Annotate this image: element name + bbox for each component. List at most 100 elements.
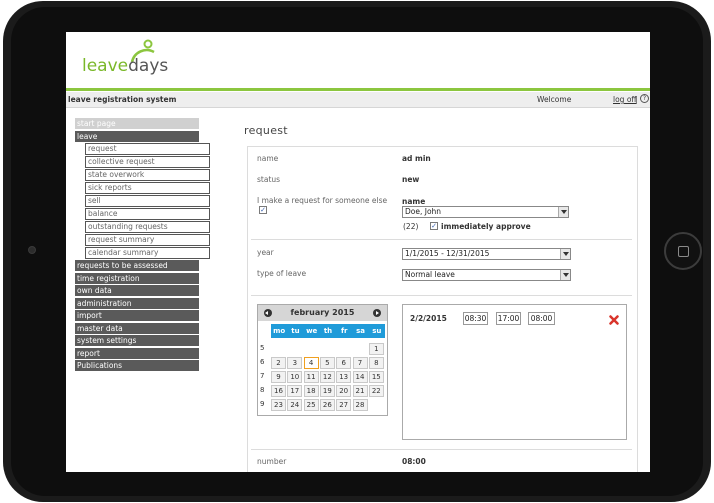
week-number: 9: [260, 400, 265, 408]
submenu-item-request-summary[interactable]: request summary: [85, 234, 210, 246]
status-value: new: [402, 175, 420, 184]
calendar-day[interactable]: 20: [336, 385, 352, 397]
entry-to-time[interactable]: 17:00: [496, 312, 521, 325]
calendar-day[interactable]: 18: [303, 385, 319, 397]
calendar-day[interactable]: 26: [319, 399, 335, 411]
calendar-day[interactable]: 7: [352, 357, 368, 369]
menu-item-import[interactable]: import: [75, 310, 199, 321]
separator: |: [635, 95, 638, 104]
calendar-day[interactable]: 5: [319, 357, 335, 369]
system-name: leave registration system: [68, 95, 177, 104]
brand-bar: [66, 88, 650, 91]
year-select-value: 1/1/2015 - 12/31/2015: [405, 249, 490, 258]
weekday: we: [306, 327, 318, 335]
divider: [251, 295, 632, 296]
balance-count: (22): [403, 222, 419, 231]
calendar-day[interactable]: 23: [271, 399, 286, 411]
weekday: tu: [291, 327, 300, 335]
name-value: ad min: [402, 154, 431, 163]
help-icon[interactable]: ?: [640, 94, 649, 103]
calendar-day[interactable]: 25: [303, 399, 319, 411]
header: leavedays: [66, 32, 650, 92]
home-square-icon: [678, 246, 689, 257]
menu-item-report[interactable]: report: [75, 347, 199, 359]
menu-item-administration[interactable]: administration: [75, 297, 199, 309]
calendar: february 2015 mo tu we th fr sa su 51623…: [257, 304, 388, 416]
calendar-day[interactable]: 14: [352, 371, 368, 383]
weekday: sa: [356, 327, 365, 335]
next-month-icon[interactable]: [373, 309, 381, 317]
someone-else-label: I make a request for someone else: [257, 196, 388, 205]
menu-item-master-data[interactable]: master data: [75, 322, 199, 334]
calendar-day[interactable]: 17: [287, 385, 303, 397]
calendar-day[interactable]: 2: [271, 357, 286, 369]
calendar-header: february 2015: [258, 305, 387, 321]
person-label: name: [402, 197, 426, 206]
menu-item-requests-to-be-assessed[interactable]: requests to be assessed: [75, 260, 199, 271]
person-select[interactable]: Doe, John: [402, 206, 569, 218]
calendar-day[interactable]: 1: [368, 343, 384, 355]
calendar-day[interactable]: 16: [271, 385, 286, 397]
prev-month-icon[interactable]: [264, 309, 272, 317]
entry-duration[interactable]: 08:00: [528, 312, 555, 325]
submenu-item-collective-request[interactable]: collective request: [85, 156, 210, 168]
year-select[interactable]: 1/1/2015 - 12/31/2015: [402, 248, 571, 260]
calendar-month: february 2015: [290, 308, 355, 317]
calendar-day[interactable]: 6: [336, 357, 352, 369]
submenu-item-request[interactable]: request: [85, 143, 210, 155]
calendar-day[interactable]: 15: [368, 371, 384, 383]
calendar-day[interactable]: 24: [287, 399, 303, 411]
weekday-header: mo tu we th fr sa su: [271, 324, 385, 338]
page-title: request: [244, 124, 288, 137]
approve-label: immediately approve: [441, 222, 531, 231]
camera-icon: [28, 246, 36, 254]
calendar-day[interactable]: 4: [303, 357, 319, 369]
menu-item-system-settings[interactable]: system settings: [75, 335, 199, 346]
submenu-item-outstanding-requests[interactable]: outstanding requests: [85, 221, 210, 233]
top-bar: leave registration system Welcome log of…: [66, 92, 650, 108]
type-label: type of leave: [257, 269, 307, 278]
logo-part2: days: [128, 56, 169, 76]
weekday: mo: [273, 327, 286, 335]
number-value: 08:00: [402, 457, 426, 466]
entry-from-time[interactable]: 08:30: [463, 312, 488, 325]
calendar-day[interactable]: 12: [319, 371, 335, 383]
type-select-value: Normal leave: [405, 270, 455, 279]
name-label: name: [257, 154, 279, 163]
menu-item-leave[interactable]: leave: [75, 130, 199, 142]
logoff-link[interactable]: log off: [613, 95, 637, 104]
calendar-day[interactable]: 27: [336, 399, 352, 411]
submenu-item-calendar-summary[interactable]: calendar summary: [85, 247, 210, 259]
calendar-day[interactable]: 22: [368, 385, 384, 397]
someone-else-checkbox[interactable]: ✓: [259, 206, 267, 214]
approve-checkbox[interactable]: ✓: [430, 222, 438, 230]
menu-item-publications[interactable]: Publications: [75, 360, 199, 371]
week-number: 6: [260, 358, 265, 366]
divider: [251, 239, 632, 240]
submenu-item-balance[interactable]: balance: [85, 208, 210, 220]
weekday: su: [372, 327, 382, 335]
calendar-day[interactable]: 9: [271, 371, 286, 383]
status-label: status: [257, 175, 281, 184]
calendar-day[interactable]: 13: [336, 371, 352, 383]
divider: [251, 449, 632, 450]
calendar-day[interactable]: 8: [368, 357, 384, 369]
submenu-item-sick-reports[interactable]: sick reports: [85, 182, 210, 194]
calendar-day[interactable]: 11: [303, 371, 319, 383]
calendar-day[interactable]: 28: [352, 399, 368, 411]
calendar-day[interactable]: 21: [352, 385, 368, 397]
menu-item-time-registration[interactable]: time registration: [75, 272, 199, 284]
calendar-day[interactable]: 19: [319, 385, 335, 397]
logo[interactable]: leavedays: [82, 56, 168, 76]
chevron-down-icon: [560, 249, 570, 259]
type-select[interactable]: Normal leave: [402, 269, 571, 281]
submenu-item-sell[interactable]: sell: [85, 195, 210, 207]
calendar-day[interactable]: 3: [287, 357, 303, 369]
menu-item-start-page[interactable]: start page: [75, 118, 199, 129]
submenu-item-state-overwork[interactable]: state overwork: [85, 169, 210, 181]
delete-icon[interactable]: [609, 315, 619, 325]
home-button[interactable]: [664, 232, 702, 270]
calendar-day[interactable]: 10: [287, 371, 303, 383]
menu-item-own-data[interactable]: own data: [75, 285, 199, 296]
person-select-value: Doe, John: [405, 207, 442, 216]
